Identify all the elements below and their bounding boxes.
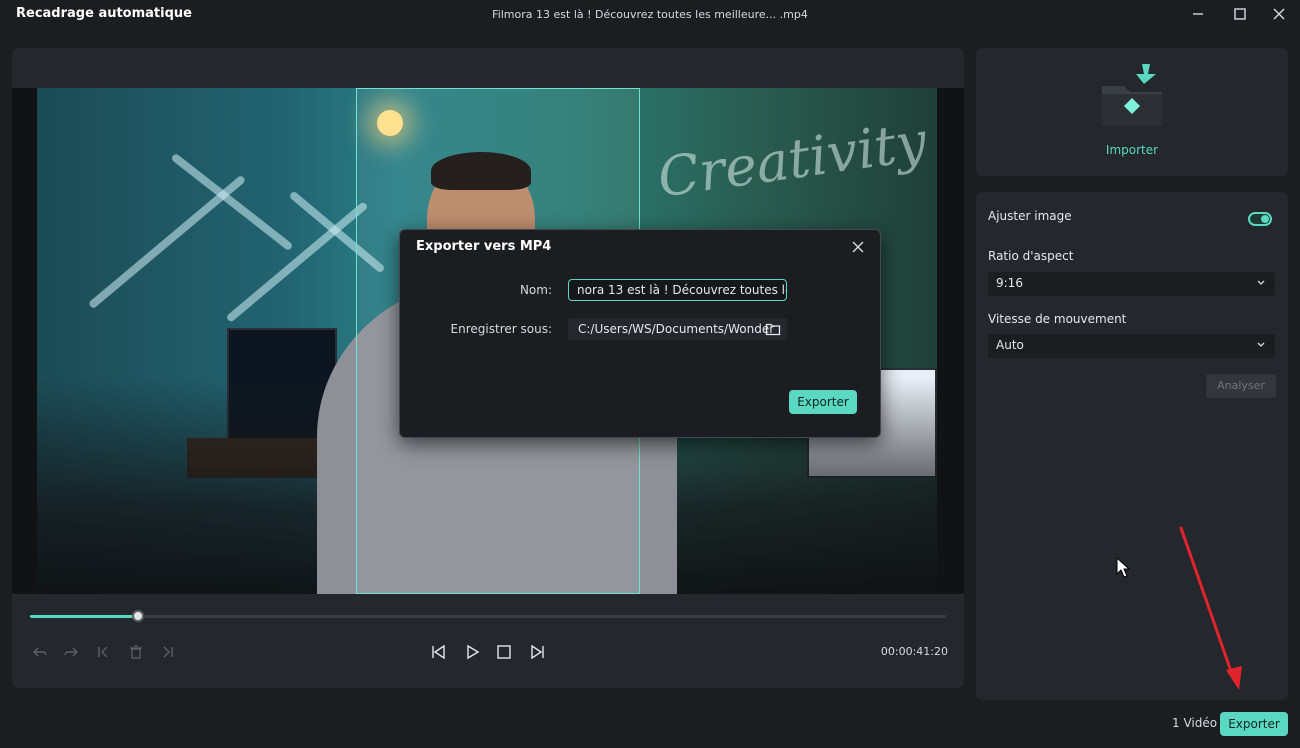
annotation-arrow-icon <box>1179 526 1242 690</box>
aspect-ratio-label: Ratio d'aspect <box>988 249 1074 263</box>
minimize-icon[interactable] <box>1186 4 1210 24</box>
file-title: Filmora 13 est là ! Découvrez toutes les… <box>492 8 808 21</box>
skip-end-icon[interactable] <box>158 642 178 662</box>
chevron-down-icon <box>1257 280 1265 285</box>
next-frame-icon[interactable] <box>527 642 547 662</box>
import-label[interactable]: Importer <box>976 143 1288 157</box>
delete-icon[interactable] <box>126 642 146 662</box>
play-icon[interactable] <box>462 642 482 662</box>
prev-frame-icon[interactable] <box>429 642 449 662</box>
file-name-input[interactable]: nora 13 est là ! Découvrez toutes les m <box>568 279 787 301</box>
timecode: 00:00:41:20 <box>880 645 948 658</box>
save-location-label: Enregistrer sous: <box>450 322 552 336</box>
undo-icon[interactable] <box>30 642 50 662</box>
dialog-export-button[interactable]: Exporter <box>789 390 857 414</box>
motion-speed-value: Auto <box>996 338 1024 352</box>
import-panel[interactable]: Importer <box>976 48 1288 176</box>
analyse-button[interactable]: Analyser <box>1206 374 1276 398</box>
aspect-ratio-value: 9:16 <box>996 276 1023 290</box>
import-folder-icon[interactable] <box>1098 60 1166 130</box>
toggle-knob <box>1261 215 1269 223</box>
skip-start-icon[interactable] <box>93 642 113 662</box>
timeline-handle[interactable] <box>132 610 145 622</box>
close-icon[interactable] <box>850 239 866 255</box>
neon-decoration <box>170 152 294 252</box>
folder-icon[interactable] <box>765 321 781 337</box>
motion-speed-label: Vitesse de mouvement <box>988 312 1127 326</box>
timeline-scrubber[interactable] <box>30 610 946 622</box>
adjust-image-label: Ajuster image <box>988 209 1072 223</box>
timeline-progress <box>30 615 139 618</box>
video-count: 1 Vidéo <box>1172 716 1218 730</box>
dialog-title: Exporter vers MP4 <box>416 239 552 254</box>
aspect-ratio-select[interactable]: 9:16 <box>988 272 1275 296</box>
export-dialog: Exporter vers MP4 Nom: nora 13 est là ! … <box>399 229 881 438</box>
chevron-down-icon <box>1257 342 1265 347</box>
export-button[interactable]: Exporter <box>1220 712 1288 736</box>
neon-sign: Creativity <box>653 109 931 210</box>
save-path-field[interactable]: C:/Users/WS/Documents/Wonder <box>568 318 787 340</box>
mouse-cursor-icon <box>1116 557 1131 578</box>
stop-icon[interactable] <box>494 642 514 662</box>
name-label: Nom: <box>519 283 552 297</box>
adjust-image-toggle[interactable] <box>1248 212 1272 226</box>
redo-icon[interactable] <box>61 642 81 662</box>
maximize-icon[interactable] <box>1228 4 1252 24</box>
title-bar: Recadrage automatique Filmora 13 est là … <box>0 0 1300 30</box>
close-icon[interactable] <box>1267 4 1291 24</box>
motion-speed-select[interactable]: Auto <box>988 334 1275 358</box>
